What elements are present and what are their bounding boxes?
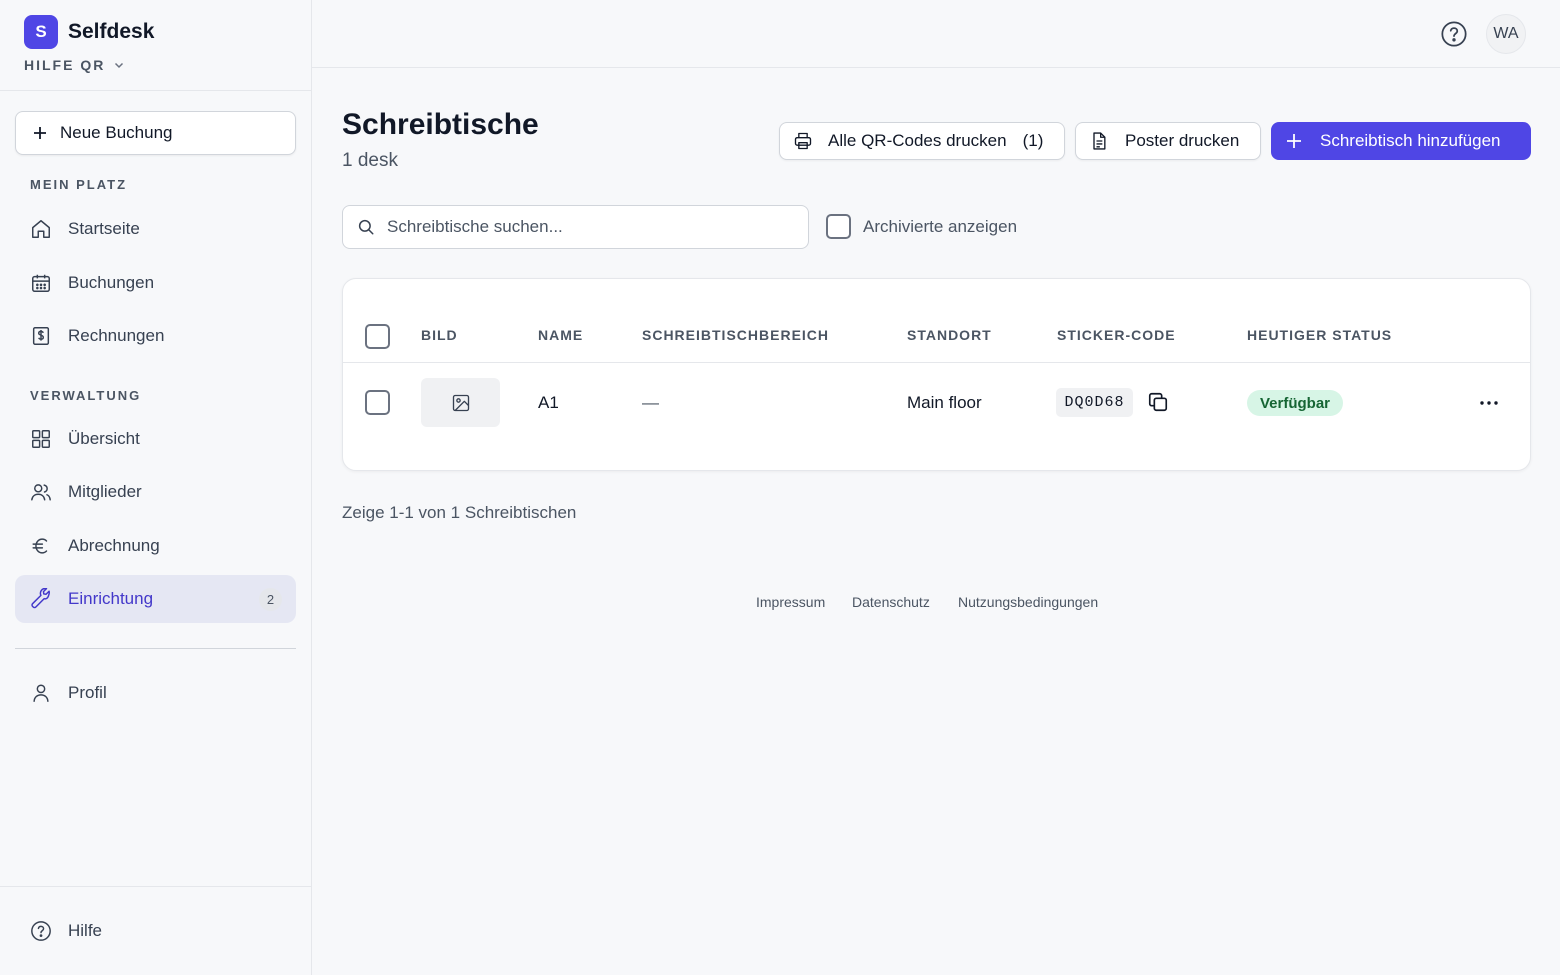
sidebar-item-label: Einrichtung: [68, 589, 154, 608]
select-all-checkbox[interactable]: [365, 324, 390, 349]
sidebar-item-billing[interactable]: Abrechnung: [15, 522, 296, 570]
sidebar-item-members[interactable]: Mitglieder: [15, 468, 296, 516]
help-circle-icon[interactable]: [1440, 20, 1468, 48]
column-header-name[interactable]: NAME: [538, 327, 583, 343]
show-archived-label: Archivierte anzeigen: [863, 216, 1018, 236]
setup-count-badge: 2: [259, 588, 282, 611]
sidebar-item-setup[interactable]: Einrichtung 2: [15, 575, 296, 623]
print-all-qr-count: (1): [1022, 131, 1044, 150]
sidebar-item-invoices[interactable]: Rechnungen: [15, 312, 296, 360]
print-poster-button[interactable]: Poster drucken: [1075, 122, 1261, 160]
sticker-code: DQ0D68: [1056, 388, 1133, 417]
print-all-qr-button[interactable]: Alle QR-Codes drucken (1): [779, 122, 1065, 160]
brand-logo: S: [24, 15, 58, 49]
brand-name: Selfdesk: [68, 20, 155, 43]
sidebar-item-label: Rechnungen: [68, 326, 165, 345]
brand[interactable]: S Selfdesk: [24, 15, 154, 49]
calendar-icon: [32, 274, 50, 292]
help-circle-icon: [31, 921, 51, 941]
column-header-area[interactable]: SCHREIBTISCHBEREICH: [642, 327, 829, 343]
status-badge: Verfügbar: [1247, 390, 1344, 416]
show-archived-toggle[interactable]: Archivierte anzeigen: [826, 214, 1017, 239]
home-icon: [32, 220, 50, 238]
plus-icon: [1287, 134, 1301, 148]
footer-link-terms[interactable]: Nutzungsbedingungen: [958, 594, 1098, 610]
table-header-divider: [343, 362, 1530, 363]
document-icon: [1093, 132, 1106, 150]
grid-icon: [32, 430, 50, 448]
column-header-location[interactable]: STANDORT: [907, 327, 992, 343]
column-header-sticker-code[interactable]: STICKER-CODE: [1057, 327, 1176, 343]
desk-location: Main floor: [907, 393, 982, 412]
desk-search[interactable]: [342, 205, 809, 249]
new-booking-label: Neue Buchung: [60, 123, 173, 142]
plus-icon: [34, 127, 46, 139]
workspace-label: HILFE QR: [24, 57, 106, 73]
top-bar: WA: [312, 0, 1560, 68]
wrench-icon: [31, 588, 50, 609]
footer-link-imprint[interactable]: Impressum: [756, 594, 825, 610]
page-title: Schreibtische: [342, 108, 539, 141]
desk-area: —: [642, 393, 659, 412]
print-poster-label: Poster drucken: [1125, 131, 1240, 150]
sidebar-item-label: Buchungen: [68, 273, 155, 292]
euro-icon: [32, 538, 48, 554]
show-archived-checkbox[interactable]: [826, 214, 851, 239]
section-label-my-space: MEIN PLATZ: [30, 177, 128, 192]
print-all-qr-label: Alle QR-Codes drucken: [828, 131, 1007, 150]
sidebar-item-label: Startseite: [68, 219, 140, 238]
sidebar-item-bookings[interactable]: Buchungen: [15, 259, 296, 307]
more-horizontal-icon[interactable]: [1477, 391, 1501, 415]
sidebar-divider: [15, 648, 296, 649]
search-input[interactable]: [387, 217, 787, 237]
image-icon: [452, 394, 469, 411]
sidebar-item-label: Profil: [68, 683, 107, 702]
column-header-image: BILD: [421, 327, 458, 343]
page-subtitle: 1 desk: [342, 150, 398, 171]
desk-name[interactable]: A1: [538, 393, 559, 413]
add-desk-label: Schreibtisch hinzufügen: [1320, 131, 1501, 150]
desk-image-placeholder[interactable]: [421, 378, 500, 427]
users-icon: [31, 484, 51, 501]
printer-icon: [794, 132, 812, 150]
sidebar-item-label: Hilfe: [68, 921, 103, 940]
sidebar-divider: [0, 886, 311, 887]
new-booking-button[interactable]: Neue Buchung: [15, 111, 296, 155]
add-desk-button[interactable]: Schreibtisch hinzufügen: [1271, 122, 1531, 160]
user-icon: [33, 684, 49, 702]
pagination-summary: Zeige 1-1 von 1 Schreibtischen: [342, 503, 577, 522]
sidebar-divider: [0, 90, 311, 91]
invoice-icon: [32, 327, 50, 345]
row-select-checkbox[interactable]: [365, 390, 390, 415]
section-label-admin: VERWALTUNG: [30, 388, 142, 403]
sidebar-item-help[interactable]: Hilfe: [15, 907, 296, 955]
sidebar-item-overview[interactable]: Übersicht: [15, 415, 296, 463]
copy-icon[interactable]: [1147, 391, 1169, 413]
sidebar-item-profile[interactable]: Profil: [15, 669, 296, 717]
desk-table: BILD NAME SCHREIBTISCHBEREICH STANDORT S…: [342, 278, 1531, 471]
workspace-switcher[interactable]: HILFE QR: [24, 57, 125, 73]
sidebar-item-home[interactable]: Startseite: [15, 205, 296, 253]
sidebar-item-label: Abrechnung: [68, 536, 160, 555]
search-icon: [358, 219, 374, 235]
column-header-status[interactable]: HEUTIGER STATUS: [1247, 327, 1392, 343]
sidebar-item-label: Übersicht: [68, 429, 140, 448]
chevron-down-icon: [115, 62, 124, 69]
footer-link-privacy[interactable]: Datenschutz: [852, 594, 930, 610]
user-avatar[interactable]: WA: [1486, 14, 1526, 54]
sidebar: S Selfdesk HILFE QR Neue Buchung MEIN PL…: [0, 0, 312, 975]
sidebar-item-label: Mitglieder: [68, 482, 142, 501]
